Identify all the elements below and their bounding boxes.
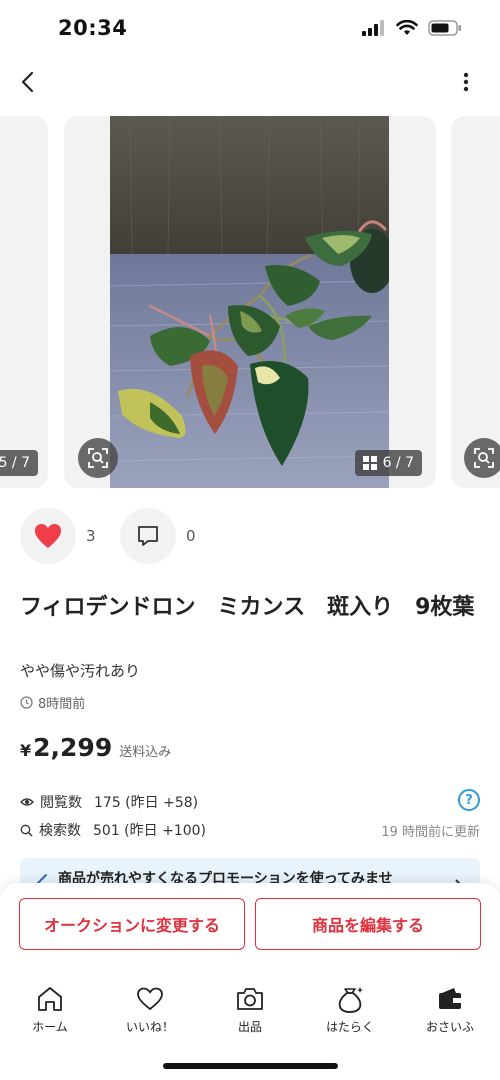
searches-label: 検索数: [39, 823, 81, 839]
image-counter-current[interactable]: 6 / 7: [354, 450, 422, 476]
more-vertical-icon: [463, 72, 469, 92]
bottom-action-sheet: オークションに変更する 商品を編集する: [0, 883, 500, 1080]
search-icon: [20, 824, 33, 836]
like-button[interactable]: [20, 508, 76, 564]
comment-icon: [138, 526, 158, 546]
shipping-note: 送料込み: [119, 745, 172, 760]
product-photo[interactable]: [110, 116, 389, 488]
item-condition: やや傷や汚れあり: [20, 662, 141, 680]
tab-work[interactable]: はたらく: [300, 985, 400, 1045]
tab-bar: ホーム いいね！ 出品 はたらく おさいふ: [0, 985, 500, 1045]
stats-updated: 19 時間前に更新: [381, 825, 480, 840]
carousel-slide-current[interactable]: 6 / 7: [64, 116, 436, 488]
status-bar: 20:34: [0, 0, 500, 60]
carousel-slide-previous[interactable]: 5 / 7: [0, 116, 48, 488]
home-indicator: [163, 1063, 338, 1069]
more-options-button[interactable]: [448, 64, 484, 100]
wifi-icon: [396, 20, 418, 35]
tab-wallet[interactable]: おさいふ: [400, 985, 500, 1045]
searches-stat: 検索数 501 (昨日 +100): [20, 820, 206, 840]
wallet-icon: [439, 988, 461, 1009]
price-currency: ¥: [20, 741, 32, 760]
status-icons: [362, 20, 462, 36]
nav-bar: [0, 60, 500, 104]
edit-item-button[interactable]: 商品を編集する: [255, 898, 481, 950]
item-title: フィロデンドロン ミカンス 斑入り 9枚葉: [20, 595, 475, 620]
help-icon[interactable]: ?: [458, 789, 480, 811]
clock-icon: [20, 696, 33, 709]
image-search-button-next[interactable]: [464, 438, 500, 478]
tab-home-label: ホーム: [32, 1020, 68, 1034]
home-icon: [38, 987, 62, 1011]
heart-filled-icon: [35, 524, 61, 548]
cellular-signal-icon: [362, 20, 384, 36]
item-actions: 3 0: [20, 508, 220, 564]
lens-scan-icon: [88, 448, 108, 468]
searches-value: 501 (昨日 +100): [93, 823, 206, 839]
comment-button[interactable]: [120, 508, 176, 564]
chevron-left-icon: [21, 71, 34, 93]
image-search-button[interactable]: [78, 438, 118, 478]
change-to-auction-button[interactable]: オークションに変更する: [19, 898, 245, 950]
camera-icon: [237, 988, 263, 1010]
price: ¥ 2,299 送料込み: [20, 733, 171, 762]
heart-icon: [137, 987, 163, 1011]
views-value: 175 (昨日 +58): [94, 795, 199, 811]
plant-photo-image: [110, 116, 389, 488]
views-label: 閲覧数: [40, 795, 82, 811]
lens-scan-icon: [474, 448, 494, 468]
status-time: 20:34: [58, 16, 128, 40]
image-carousel[interactable]: 5 / 7 6 / 7: [0, 116, 500, 488]
price-value: 2,299: [33, 733, 113, 762]
views-stat: 閲覧数 175 (昨日 +58): [20, 792, 198, 812]
back-button[interactable]: [10, 64, 46, 100]
image-counter-previous: 5 / 7: [0, 450, 38, 476]
tab-work-label: はたらく: [326, 1020, 374, 1034]
posted-time: 8時間前: [20, 693, 85, 712]
grid-icon: [362, 456, 377, 470]
tab-likes[interactable]: いいね！: [100, 985, 200, 1045]
comment-count: 0: [186, 527, 196, 545]
tab-wallet-label: おさいふ: [425, 1020, 474, 1034]
tab-sell[interactable]: 出品: [200, 985, 300, 1045]
carousel-slide-next[interactable]: [451, 116, 500, 488]
eye-icon: [20, 798, 34, 806]
tab-sell-label: 出品: [237, 1020, 262, 1034]
posted-time-label: 8時間前: [38, 697, 86, 712]
money-bag-icon: [338, 987, 364, 1013]
battery-icon: [428, 20, 461, 36]
tab-likes-label: いいね！: [125, 1020, 174, 1034]
like-count: 3: [86, 527, 96, 545]
tab-home[interactable]: ホーム: [0, 985, 100, 1045]
